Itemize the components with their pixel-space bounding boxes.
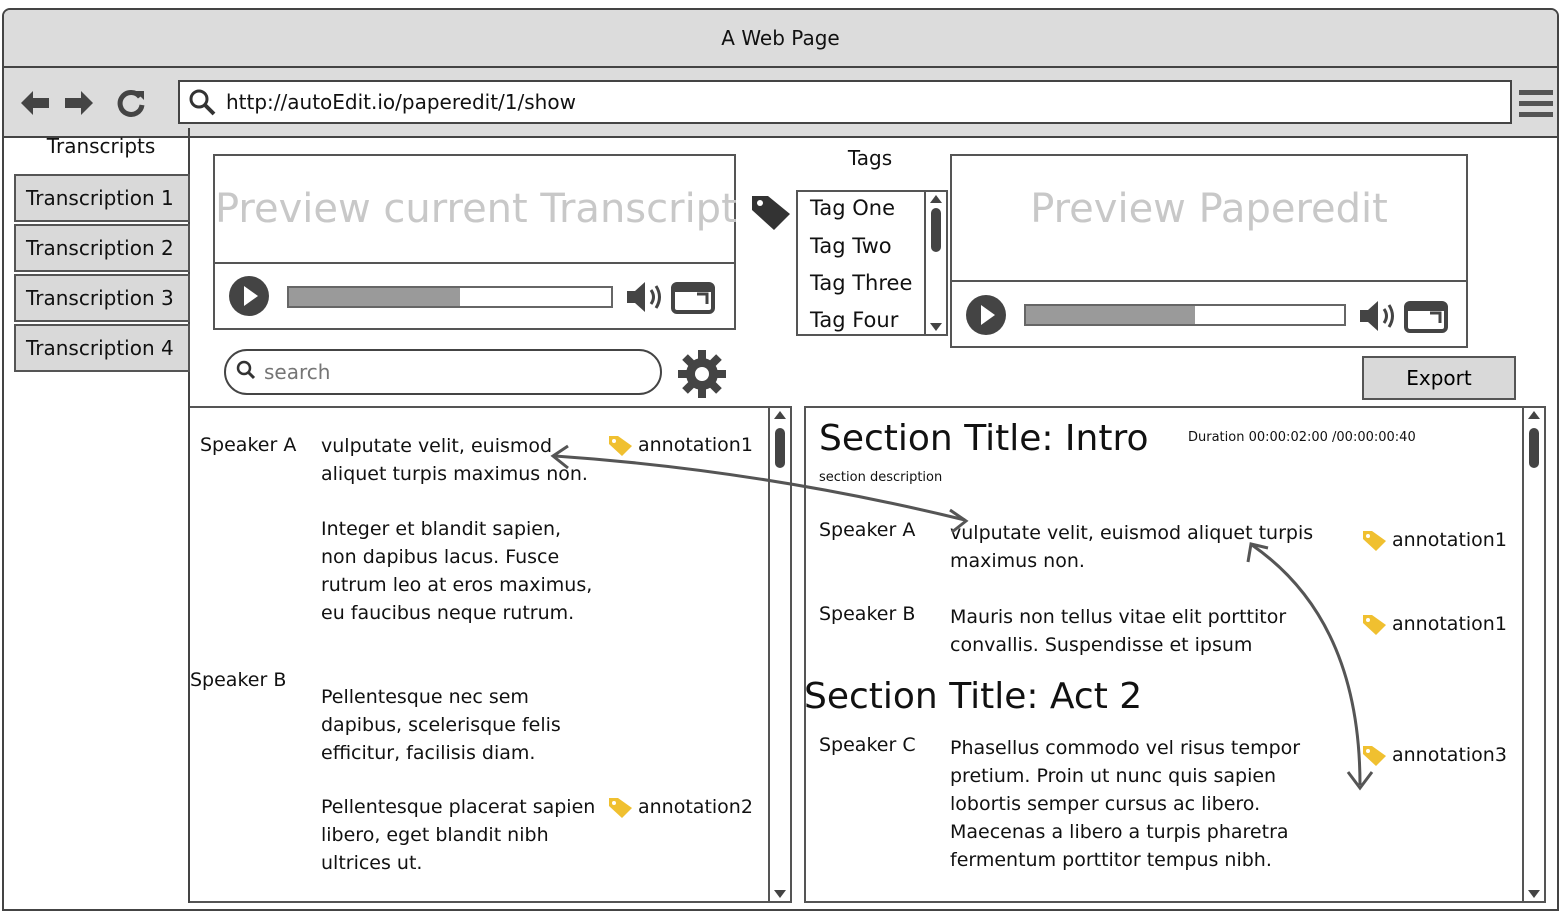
scroll-down-arrow-icon[interactable] [774,890,786,898]
fullscreen-icon[interactable] [1404,299,1448,337]
transcript-paragraph[interactable]: Pellentesque placerat sapien libero, ege… [321,793,601,877]
tags-list[interactable]: Tag One Tag Two Tag Three Tag Four [796,190,948,336]
volume-icon[interactable] [1358,299,1398,337]
annotation-tag[interactable]: annotation1 [1362,529,1507,551]
play-icon[interactable] [966,295,1006,335]
speaker-label: Speaker A [819,519,916,541]
transcripts-heading: Transcripts [46,134,156,158]
transcript-preview-placeholder: Preview current Transcript [215,156,737,264]
paperedit-progress-fill [1026,306,1195,324]
tag-item[interactable]: Tag Four [810,308,898,332]
paperedit-paragraph[interactable]: Phasellus commodo vel risus tempor preti… [950,734,1348,874]
gear-icon[interactable] [676,348,728,404]
sidebar-item-transcription-1[interactable]: Transcription 1 [14,174,190,222]
speaker-label: Speaker B [190,669,287,691]
transcript-paragraph[interactable]: Integer et blandit sapien, non dapibus l… [321,515,601,627]
scroll-up-arrow-icon[interactable] [1528,411,1540,419]
annotation-label: annotation1 [1392,529,1507,551]
paperedit-preview-placeholder: Preview Paperedit [952,156,1466,282]
annotation-tag[interactable]: annotation1 [1362,613,1507,635]
search-icon [188,88,216,116]
tag-item[interactable]: Tag Two [810,234,892,258]
tags-scrollbar[interactable] [924,192,946,334]
section-title[interactable]: Section Title: Intro [819,418,1149,459]
transcript-progress-fill [289,288,460,306]
play-icon[interactable] [229,276,269,316]
annotation-tag[interactable]: annotation1 [608,434,753,456]
speaker-label: Speaker C [819,734,916,756]
paperedit-panel: Section Title: Intro Duration 00:00:02:0… [804,406,1546,903]
tags-heading: Tags [847,146,893,170]
transcript-paragraph[interactable]: Pellentesque nec sem dapibus, scelerisqu… [321,683,591,767]
tag-icon [608,434,634,456]
menu-icon[interactable] [1519,86,1555,122]
browser-navbar: http://autoEdit.io/paperedit/1/show [4,68,1557,138]
search-icon [236,360,256,385]
scroll-down-arrow-icon[interactable] [1528,890,1540,898]
paperedit-paragraph[interactable]: Mauris non tellus vitae elit porttitor c… [950,603,1340,659]
annotation-label: annotation1 [638,434,753,456]
search-field[interactable] [224,349,662,395]
annotation-label: annotation1 [1392,613,1507,635]
paperedit-scrollbar[interactable] [1522,408,1544,901]
scroll-up-arrow-icon[interactable] [930,195,942,203]
transcript-progress-bar[interactable] [287,286,613,308]
annotation-label: annotation3 [1392,744,1507,766]
volume-icon[interactable] [625,280,665,318]
export-button[interactable]: Export [1362,356,1516,400]
speaker-label: Speaker B [819,603,916,625]
reload-icon[interactable] [114,86,148,120]
section-title[interactable]: Section Title: Act 2 [806,676,1142,717]
address-bar[interactable]: http://autoEdit.io/paperedit/1/show [178,80,1512,124]
window-title: A Web Page [4,10,1557,68]
transcript-panel: Speaker A vulputate velit, euismod aliqu… [190,406,792,903]
sidebar-item-transcription-3[interactable]: Transcription 3 [14,274,190,322]
transcript-preview-player: Preview current Transcript [213,154,737,330]
section-duration: Duration 00:00:02:00 /00:00:00:40 [1188,430,1416,445]
tag-icon [1362,744,1388,766]
tag-item[interactable]: Tag One [810,196,895,220]
sidebar-item-transcription-4[interactable]: Transcription 4 [14,324,190,372]
scroll-thumb[interactable] [775,428,785,468]
tag-icon [750,192,796,236]
paperedit-paragraph[interactable]: vulputate velit, euismod aliquet turpis … [950,519,1350,575]
paperedit-preview-player: Preview Paperedit [950,154,1468,348]
url-text: http://autoEdit.io/paperedit/1/show [226,90,576,114]
transcript-scrollbar[interactable] [768,408,790,901]
annotation-tag[interactable]: annotation3 [1362,744,1507,766]
scroll-down-arrow-icon[interactable] [930,323,942,331]
back-arrow-icon[interactable] [18,86,52,120]
annotation-label: annotation2 [638,796,753,818]
search-input[interactable] [264,360,644,384]
section-description[interactable]: section description [819,470,942,485]
tag-icon [1362,613,1388,635]
tag-item[interactable]: Tag Three [810,271,912,295]
annotation-tag[interactable]: annotation2 [608,796,753,818]
scroll-thumb[interactable] [931,208,941,252]
scroll-thumb[interactable] [1529,428,1539,468]
fullscreen-icon[interactable] [671,280,715,318]
tag-icon [608,796,634,818]
transcript-paragraph[interactable]: vulputate velit, euismod aliquet turpis … [321,432,611,488]
tag-icon [1362,529,1388,551]
sidebar-item-transcription-2[interactable]: Transcription 2 [14,224,190,272]
paperedit-progress-bar[interactable] [1024,304,1346,326]
speaker-label: Speaker A [200,434,297,456]
scroll-up-arrow-icon[interactable] [774,411,786,419]
forward-arrow-icon[interactable] [62,86,96,120]
